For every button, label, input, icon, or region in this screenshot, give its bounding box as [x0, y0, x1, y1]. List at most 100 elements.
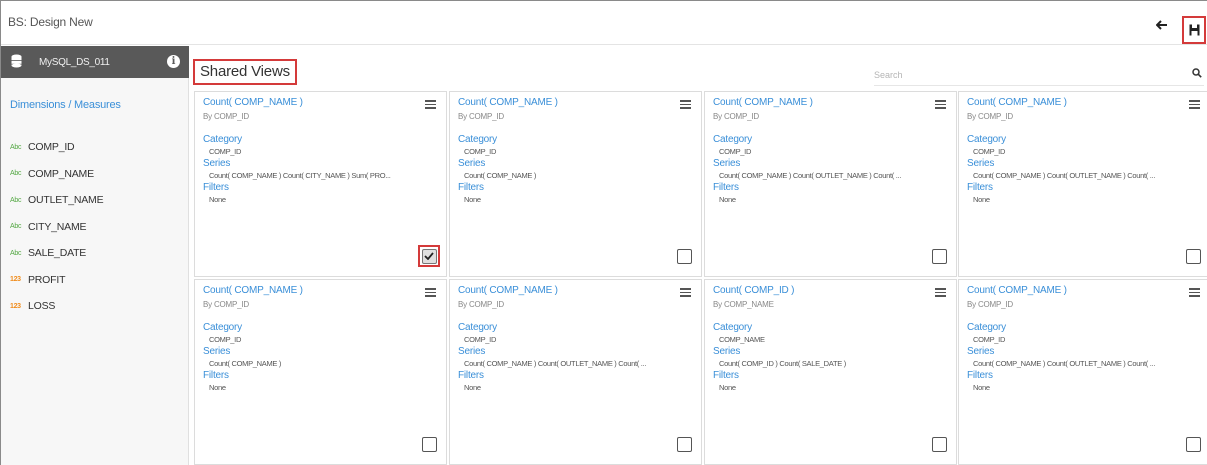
select-checkbox-wrapper	[928, 245, 950, 267]
dimension-type-icon: Abc	[10, 196, 22, 204]
series-value: Count( COMP_NAME ) Count( OUTLET_NAME ) …	[973, 359, 1156, 368]
select-checkbox[interactable]	[421, 436, 437, 452]
view-group-by: By COMP_ID	[713, 112, 760, 121]
field-item[interactable]: Abc COMP_NAME	[10, 161, 186, 188]
filters-label: Filters	[203, 182, 229, 193]
page-title: Shared Views	[193, 59, 297, 85]
filters-value: None	[719, 195, 736, 204]
series-label: Series	[967, 346, 995, 357]
category-value: COMP_ID	[209, 147, 242, 156]
database-icon	[11, 54, 22, 68]
select-checkbox-wrapper	[673, 245, 695, 267]
category-value: COMP_ID	[973, 335, 1006, 344]
select-checkbox-wrapper	[1182, 433, 1204, 455]
field-name: CITY_NAME	[28, 220, 87, 233]
menu-icon[interactable]	[1189, 288, 1200, 297]
view-card[interactable]: Count( COMP_NAME ) By COMP_ID Category COMP…	[704, 91, 957, 277]
view-group-by: By COMP_NAME	[713, 300, 774, 309]
select-checkbox[interactable]	[931, 436, 947, 452]
select-checkbox[interactable]	[1185, 436, 1201, 452]
filters-label: Filters	[967, 182, 993, 193]
search-input[interactable]	[874, 66, 1174, 84]
field-name: COMP_NAME	[28, 167, 94, 180]
select-checkbox[interactable]	[676, 436, 692, 452]
app-title: BS: Design New	[8, 15, 93, 29]
category-value: COMP_ID	[464, 147, 497, 156]
field-name: SALE_DATE	[28, 247, 87, 260]
field-name: COMP_ID	[28, 141, 75, 154]
menu-icon[interactable]	[1189, 100, 1200, 109]
category-value: COMP_ID	[973, 147, 1006, 156]
field-item[interactable]: Abc OUTLET_NAME	[10, 187, 186, 214]
view-group-by: By COMP_ID	[458, 300, 505, 309]
save-button[interactable]	[1182, 16, 1206, 44]
dimension-type-icon: Abc	[10, 249, 22, 257]
category-value: COMP_NAME	[719, 335, 765, 344]
series-value: Count( COMP_ID ) Count( SALE_DATE )	[719, 359, 846, 368]
filters-label: Filters	[458, 370, 484, 381]
series-label: Series	[713, 346, 741, 357]
save-icon	[1189, 24, 1199, 36]
view-card[interactable]: Count( COMP_NAME ) By COMP_ID Category COMP…	[449, 91, 702, 277]
menu-icon[interactable]	[425, 288, 436, 297]
view-group-by: By COMP_ID	[458, 112, 505, 121]
menu-icon[interactable]	[680, 100, 691, 109]
filters-label: Filters	[713, 370, 739, 381]
field-name: OUTLET_NAME	[28, 194, 104, 207]
filters-value: None	[464, 383, 481, 392]
category-label: Category	[967, 134, 1006, 145]
category-label: Category	[203, 322, 242, 333]
view-card[interactable]: Count( COMP_NAME ) By COMP_ID Category COMP…	[449, 279, 702, 465]
view-group-by: By COMP_ID	[203, 112, 250, 121]
filters-value: None	[973, 383, 990, 392]
field-item[interactable]: 123 PROFIT	[10, 267, 186, 294]
series-value: Count( COMP_NAME ) Count( OUTLET_NAME ) …	[719, 171, 902, 180]
series-label: Series	[458, 346, 486, 357]
info-icon[interactable]: i	[167, 55, 180, 68]
filters-value: None	[209, 195, 226, 204]
view-title: Count( COMP_NAME )	[458, 97, 558, 108]
filters-label: Filters	[967, 370, 993, 381]
view-title: Count( COMP_NAME )	[203, 97, 303, 108]
measure-type-icon: 123	[10, 276, 21, 284]
select-checkbox[interactable]	[931, 248, 947, 264]
menu-icon[interactable]	[425, 100, 436, 109]
series-label: Series	[458, 158, 486, 169]
field-item[interactable]: 123 LOSS	[10, 293, 186, 320]
series-label: Series	[967, 158, 995, 169]
datasource-bar[interactable]: MySQL_DS_011 i	[1, 46, 189, 78]
view-title: Count( COMP_NAME )	[967, 285, 1067, 296]
view-card[interactable]: Count( COMP_NAME ) By COMP_ID Category COMP…	[194, 279, 447, 465]
dimension-type-icon: Abc	[10, 170, 22, 178]
view-card[interactable]: Count( COMP_ID ) By COMP_NAME Category COMP…	[704, 279, 957, 465]
back-button[interactable]	[1150, 17, 1174, 33]
category-label: Category	[203, 134, 242, 145]
dimension-type-icon: Abc	[10, 143, 22, 151]
view-card[interactable]: Count( COMP_NAME ) By COMP_ID Category COMP…	[958, 279, 1207, 465]
view-card[interactable]: Count( COMP_NAME ) By COMP_ID Category COMP…	[958, 91, 1207, 277]
series-value: Count( COMP_NAME )	[209, 359, 282, 368]
measure-type-icon: 123	[10, 302, 21, 310]
select-checkbox[interactable]	[676, 248, 692, 264]
series-label: Series	[713, 158, 741, 169]
select-checkbox-wrapper	[418, 245, 440, 267]
select-checkbox[interactable]	[421, 248, 437, 264]
view-title: Count( COMP_NAME )	[967, 97, 1067, 108]
view-card[interactable]: Count( COMP_NAME ) By COMP_ID Category COMP…	[194, 91, 447, 277]
field-item[interactable]: Abc COMP_ID	[10, 134, 186, 161]
field-item[interactable]: Abc CITY_NAME	[10, 214, 186, 241]
search-icon[interactable]	[1192, 68, 1202, 78]
menu-icon[interactable]	[935, 288, 946, 297]
datasource-name: MySQL_DS_011	[39, 57, 110, 68]
field-name: LOSS	[28, 300, 56, 313]
select-checkbox[interactable]	[1185, 248, 1201, 264]
filters-value: None	[209, 383, 226, 392]
category-label: Category	[713, 322, 752, 333]
menu-icon[interactable]	[680, 288, 691, 297]
dimensions-measures-link[interactable]: Dimensions / Measures	[10, 99, 121, 111]
view-group-by: By COMP_ID	[967, 112, 1014, 121]
main-panel: Shared Views Count( COMP_NAME ) By COMP_I…	[190, 46, 1207, 465]
menu-icon[interactable]	[935, 100, 946, 109]
category-label: Category	[458, 134, 497, 145]
field-item[interactable]: Abc SALE_DATE	[10, 240, 186, 267]
